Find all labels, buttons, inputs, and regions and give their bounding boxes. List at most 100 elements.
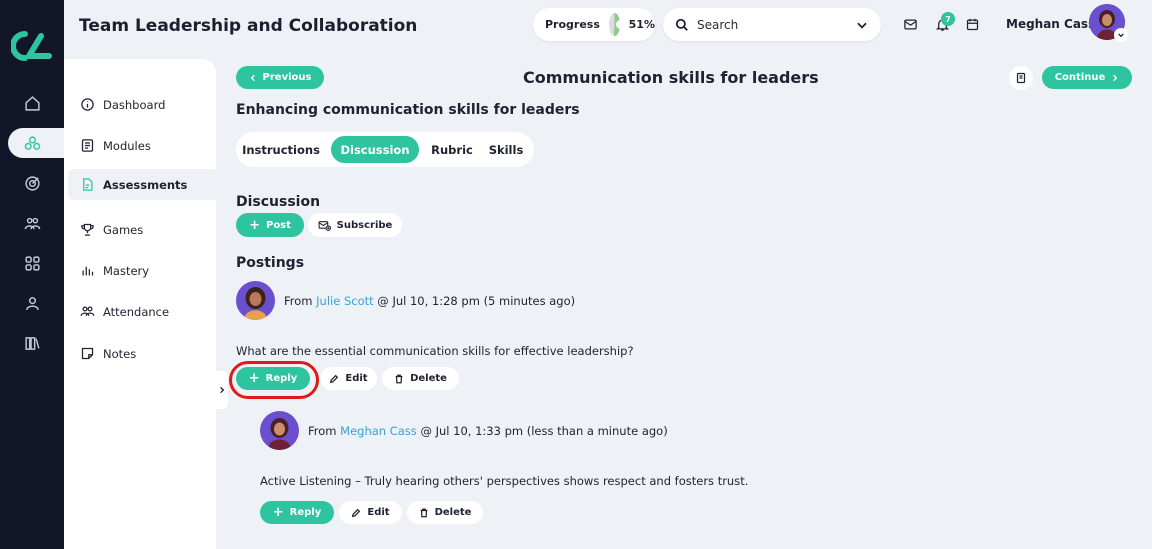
reply-label: Reply: [289, 507, 322, 518]
chevron-down-icon[interactable]: [855, 18, 869, 32]
pencil-icon: [352, 508, 361, 517]
post-label: Post: [265, 219, 291, 231]
subscribe-icon: [318, 220, 331, 231]
tab-discussion[interactable]: Discussion: [331, 136, 419, 163]
sidenav-label: Notes: [103, 346, 137, 361]
sidenav-label: Games: [103, 222, 144, 237]
library-icon[interactable]: [20, 331, 44, 355]
trash-icon: [395, 374, 403, 383]
previous-button[interactable]: Previous: [236, 66, 324, 89]
edit-label: Edit: [367, 507, 390, 518]
chevron-right-icon: [220, 386, 225, 394]
apps-icon[interactable]: [20, 251, 44, 275]
sidenav-label: Assessments: [103, 177, 188, 192]
sidenav-item-mastery[interactable]: Mastery: [64, 255, 216, 286]
author-link[interactable]: Julie Scott: [316, 294, 373, 308]
target-icon[interactable]: [20, 171, 44, 195]
from-prefix: From: [284, 294, 313, 308]
post-button[interactable]: + Post: [236, 213, 304, 237]
post-from-line: From Meghan Cass @ Jul 10, 1:33 pm (less…: [308, 424, 668, 438]
tab-skills[interactable]: Skills: [485, 136, 527, 163]
search-bar[interactable]: [663, 8, 881, 41]
plus-icon: +: [249, 217, 260, 233]
assessment-tabs: Instructions Discussion Rubric Skills: [236, 132, 534, 167]
search-input[interactable]: [697, 17, 847, 32]
home-icon[interactable]: [20, 91, 44, 115]
progress-value: 51%: [628, 18, 655, 31]
profile-icon[interactable]: [20, 291, 44, 315]
sidenav-item-assessments[interactable]: Assessments: [68, 169, 216, 200]
author-link[interactable]: Meghan Cass: [340, 424, 417, 438]
info-icon: [81, 98, 94, 111]
assessment-subtitle: Enhancing communication skills for leade…: [236, 102, 580, 118]
sidenav-label: Modules: [103, 138, 151, 153]
reply-button[interactable]: + Reply: [260, 501, 334, 524]
sidenav-item-modules[interactable]: Modules: [64, 130, 216, 161]
tab-instructions[interactable]: Instructions: [241, 136, 321, 163]
reply-label: Reply: [265, 373, 298, 384]
post-author-avatar[interactable]: [260, 411, 299, 450]
sidenav-label: Attendance: [103, 304, 170, 319]
search-icon: [675, 18, 688, 31]
progress-indicator: Progress 51%: [533, 8, 655, 41]
page-title: Communication skills for leaders: [523, 68, 819, 87]
app-rail: [0, 0, 70, 549]
post-from-line: From Julie Scott @ Jul 10, 1:28 pm (5 mi…: [284, 294, 575, 308]
post-meta: @ Jul 10, 1:28 pm (5 minutes ago): [377, 294, 576, 308]
list-icon: [81, 139, 94, 152]
notification-badge: 7: [941, 12, 955, 26]
sidenav-item-games[interactable]: Games: [64, 214, 216, 245]
subscribe-label: Subscribe: [336, 219, 393, 231]
post-message: What are the essential communication ski…: [236, 344, 634, 358]
user-menu-chevron-icon[interactable]: [1114, 28, 1128, 42]
delete-button[interactable]: Delete: [382, 367, 459, 390]
subscribe-button[interactable]: Subscribe: [308, 213, 402, 237]
edit-label: Edit: [345, 373, 368, 384]
pencil-icon: [330, 374, 339, 383]
notebook-icon: [1016, 72, 1026, 84]
post-message: Active Listening – Truly hearing others'…: [260, 474, 749, 488]
post-meta: @ Jul 10, 1:33 pm (less than a minute ag…: [420, 424, 668, 438]
sidenav-item-attendance[interactable]: Attendance: [64, 296, 216, 327]
delete-label: Delete: [410, 373, 447, 384]
note-icon: [81, 347, 94, 360]
delete-button[interactable]: Delete: [407, 501, 483, 524]
course-sidenav: Dashboard Modules Assessments Games Mast…: [64, 59, 216, 549]
calendar-icon[interactable]: [963, 15, 981, 33]
post-author-avatar[interactable]: [236, 281, 275, 320]
user-name[interactable]: Meghan Cass: [1006, 17, 1095, 31]
progress-donut: [608, 13, 625, 36]
trash-icon: [420, 508, 427, 517]
trophy-icon: [81, 223, 94, 236]
discussion-heading: Discussion: [236, 194, 321, 210]
plus-icon: +: [248, 371, 260, 386]
reply-button[interactable]: + Reply: [236, 367, 310, 390]
sidenav-item-notes[interactable]: Notes: [64, 338, 216, 369]
previous-label: Previous: [262, 72, 312, 83]
course-title: Team Leadership and Collaboration: [79, 16, 418, 36]
mail-icon[interactable]: [901, 15, 919, 33]
postings-heading: Postings: [236, 255, 305, 271]
chevron-left-icon: [250, 74, 255, 81]
from-prefix: From: [308, 424, 337, 438]
sidenav-item-dashboard[interactable]: Dashboard: [64, 89, 216, 120]
edit-button[interactable]: Edit: [339, 501, 402, 524]
progress-label: Progress: [545, 18, 600, 31]
bar-chart-icon: [82, 266, 94, 276]
assessments-icon[interactable]: [20, 131, 44, 155]
plus-icon: +: [272, 505, 284, 520]
continue-button[interactable]: Continue: [1042, 66, 1132, 89]
chevron-right-icon: [1113, 74, 1118, 81]
people-icon[interactable]: [20, 211, 44, 235]
tab-rubric[interactable]: Rubric: [427, 136, 477, 163]
top-header: Team Leadership and Collaboration Progre…: [64, 0, 1152, 54]
sidenav-label: Dashboard: [103, 97, 166, 112]
notebook-button[interactable]: [1009, 66, 1033, 90]
delete-label: Delete: [434, 507, 472, 518]
users-icon: [80, 306, 95, 317]
document-icon: [83, 178, 93, 191]
edit-button[interactable]: Edit: [320, 367, 377, 390]
continue-label: Continue: [1054, 72, 1106, 83]
sidenav-collapse-toggle[interactable]: [216, 371, 228, 409]
app-logo-icon[interactable]: [11, 30, 53, 62]
